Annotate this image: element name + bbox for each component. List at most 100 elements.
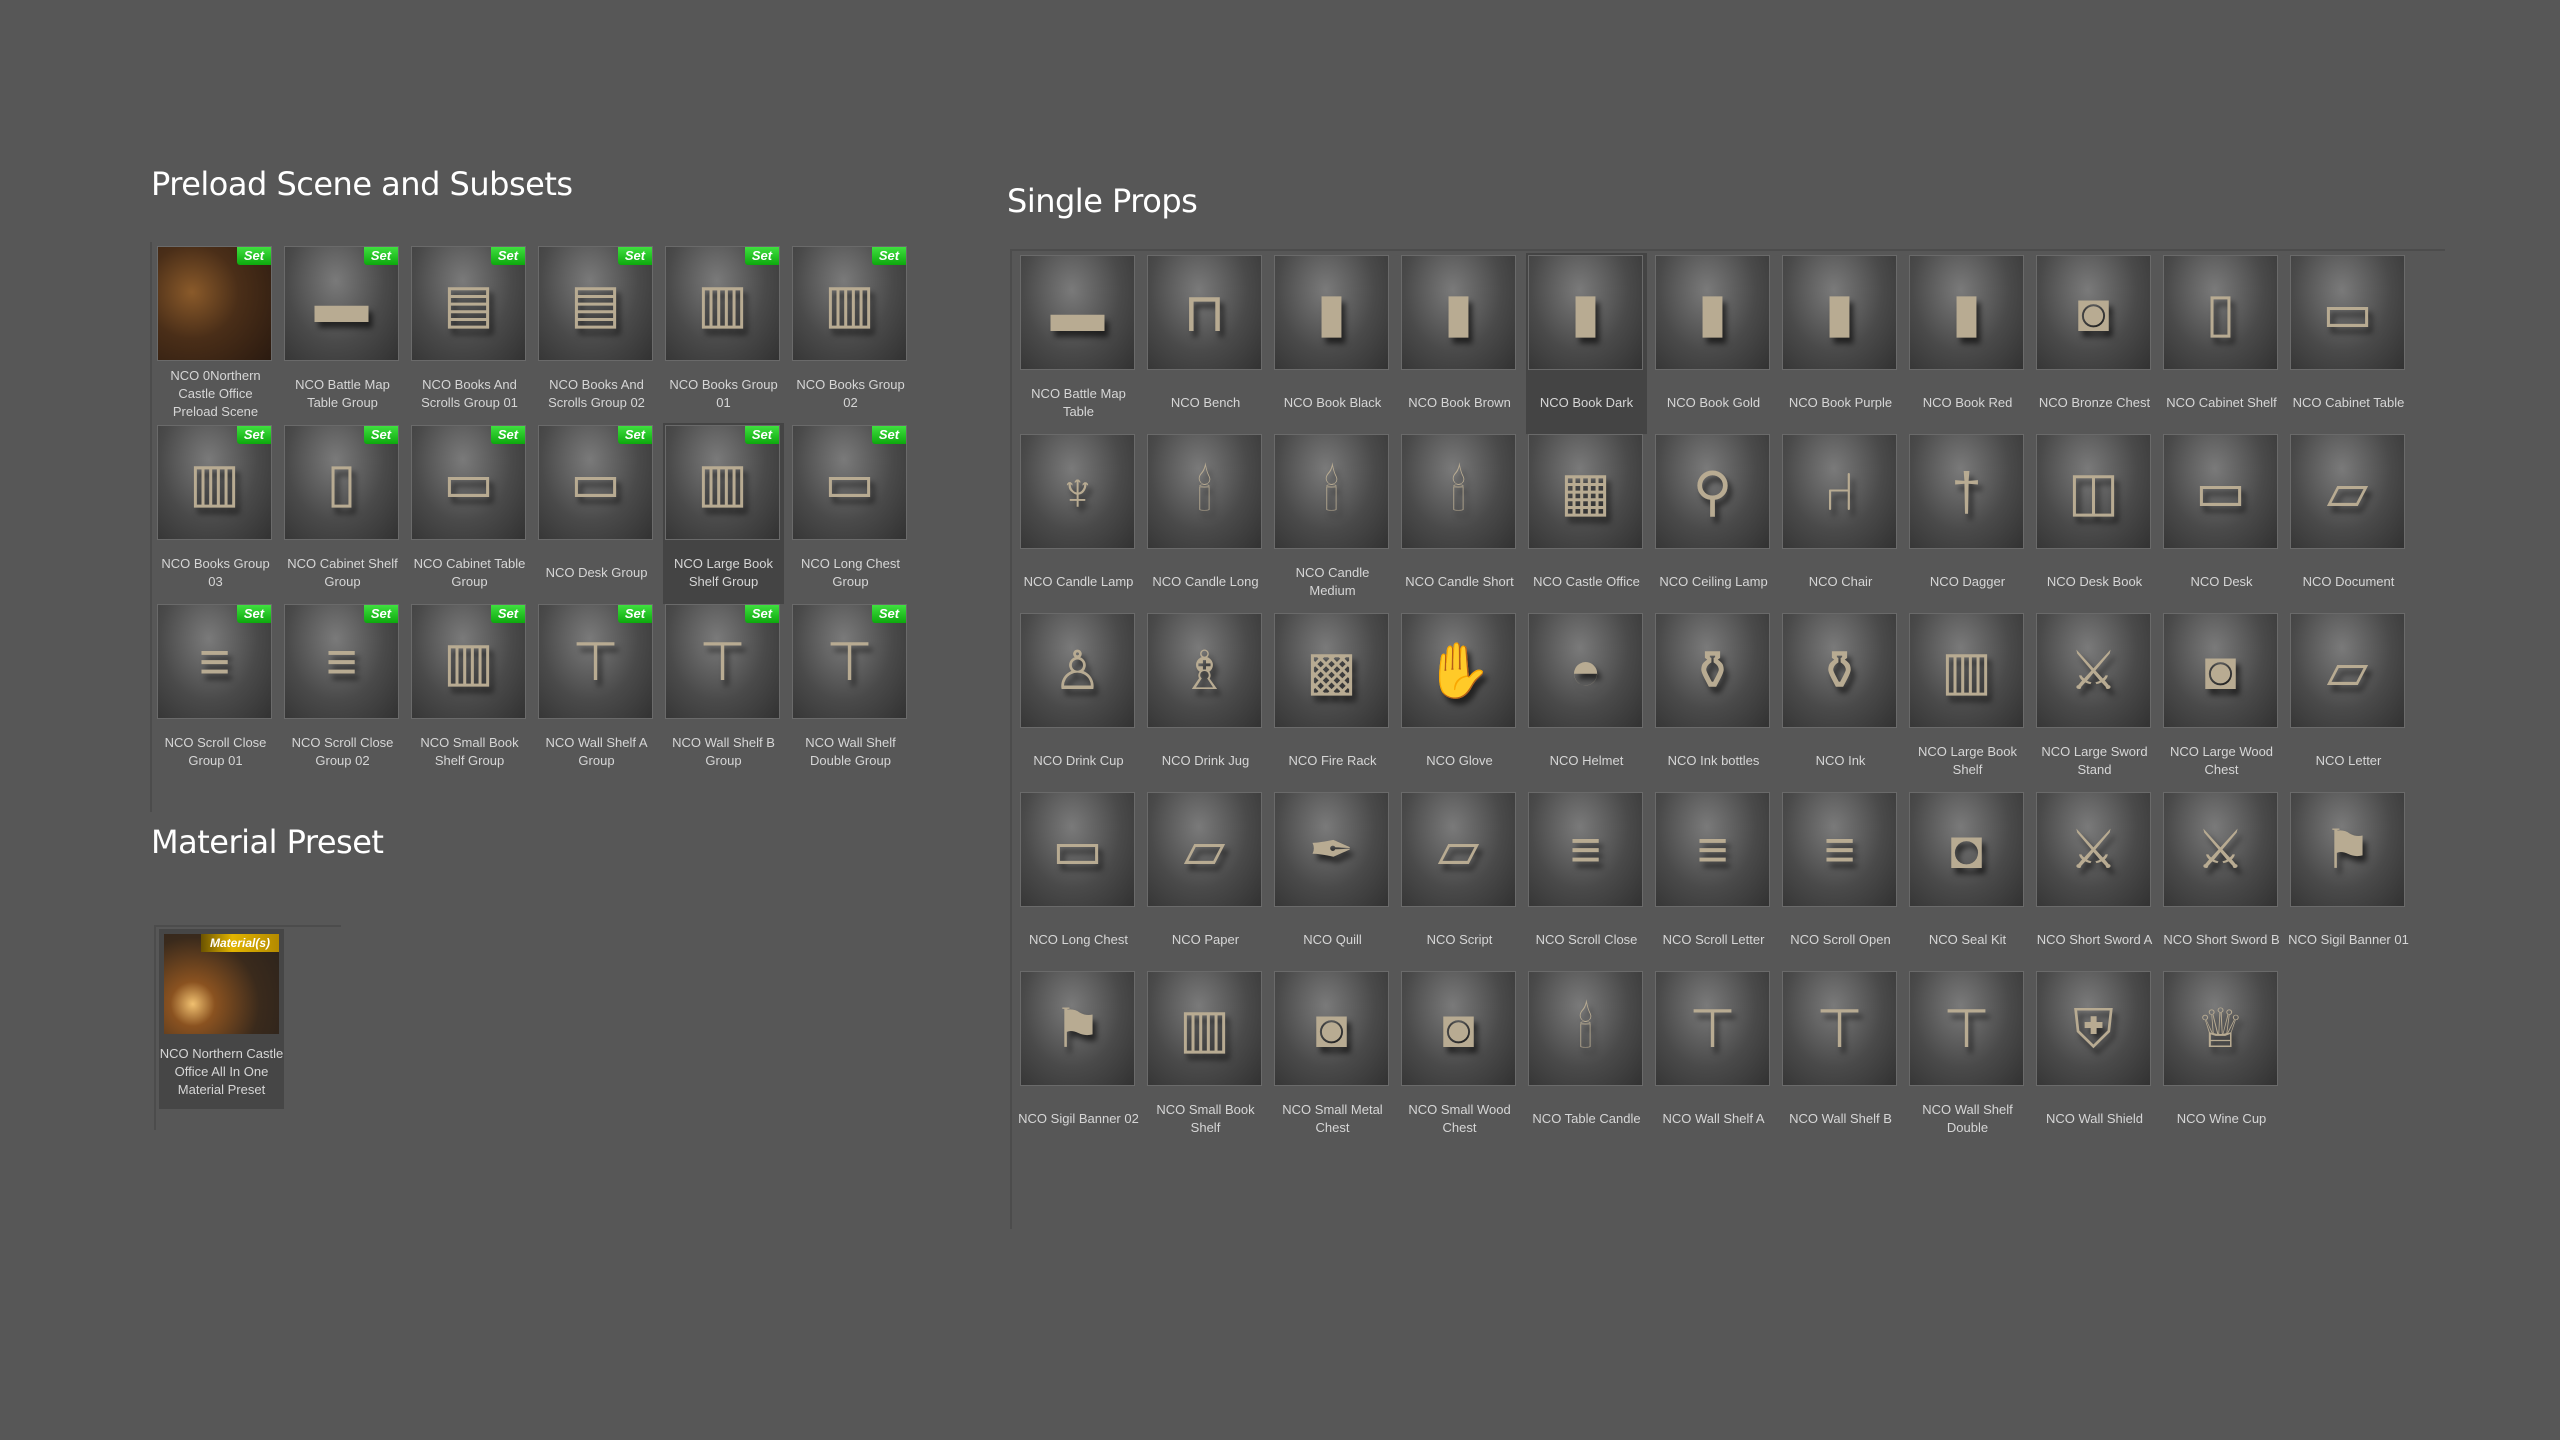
item-thumbnail: ◙ [2163,613,2278,728]
item-tile[interactable]: ◫ NCO Desk Book [2034,432,2155,613]
item-label: NCO Book Gold [1666,395,1761,410]
item-tile[interactable]: ▥ Set NCO Small Book Shelf Group [409,602,530,783]
item-tile[interactable]: ▱ NCO Script [1399,790,1520,971]
books-scrolls-icon: ▤ [442,273,495,334]
item-tile[interactable]: ⊤ NCO Wall Shelf B [1780,969,1901,1150]
item-tile[interactable]: ≡ NCO Scroll Open [1780,790,1901,971]
item-tile[interactable]: ⊤ Set NCO Wall Shelf B Group [663,602,784,783]
item-tile[interactable]: ▮ NCO Book Red [1907,253,2028,434]
item-tile[interactable]: ▬ Set NCO Battle Map Table Group [282,244,403,425]
item-tile[interactable]: ⛨ NCO Wall Shield [2034,969,2155,1150]
item-tile[interactable]: ⚱ NCO Ink bottles [1653,611,1774,792]
wine-cup-icon: ♕ [2196,998,2245,1059]
item-tile[interactable]: 🕯 NCO Candle Medium [1272,432,1393,613]
item-tile[interactable]: ◙ NCO Small Wood Chest [1399,969,1520,1150]
item-tile[interactable]: ≡ Set NCO Scroll Close Group 02 [282,602,403,783]
item-tile[interactable]: ⚔ NCO Short Sword B [2161,790,2282,971]
material-preset-tile[interactable]: Material(s) NCO Northern Castle Office Al… [159,929,284,1109]
item-label: NCO Document [2302,574,2395,589]
item-tile[interactable]: ≡ NCO Scroll Close [1526,790,1647,971]
item-tile[interactable]: 🕯 NCO Table Candle [1526,969,1647,1150]
set-badge: Set [745,426,779,444]
item-label: NCO Wall Shelf Double Group [805,735,896,768]
item-tile[interactable]: ♕ NCO Wine Cup [2161,969,2282,1150]
item-label: NCO Candle Lamp [1023,574,1134,589]
script-icon: ▱ [1437,819,1480,880]
item-tile[interactable]: ◙ NCO Bronze Chest [2034,253,2155,434]
item-tile[interactable]: † NCO Dagger [1907,432,2028,613]
item-tile[interactable]: 🕯 NCO Candle Short [1399,432,1520,613]
item-tile[interactable]: ≡ Set NCO Scroll Close Group 01 [155,602,276,783]
item-tile[interactable]: ♆ NCO Candle Lamp [1018,432,1139,613]
item-tile[interactable]: ✋ NCO Glove [1399,611,1520,792]
long-chest-icon: ▭ [823,452,876,513]
item-tile[interactable]: ◙ NCO Large Wood Chest [2161,611,2282,792]
item-tile[interactable]: ⚲ NCO Ceiling Lamp [1653,432,1774,613]
item-tile[interactable]: ▮ NCO Book Black [1272,253,1393,434]
item-tile[interactable]: ▮ NCO Book Gold [1653,253,1774,434]
item-tile[interactable]: ▮ NCO Book Brown [1399,253,1520,434]
item-thumbnail: ▥ [1147,971,1262,1086]
item-tile[interactable]: ▱ NCO Letter [2288,611,2409,792]
item-tile[interactable]: ◘ NCO Seal Kit [1907,790,2028,971]
bookshelf-icon: ▥ [442,631,495,692]
item-tile[interactable]: ▭ Set NCO Cabinet Table Group [409,423,530,604]
item-thumbnail: ▬ [1020,255,1135,370]
item-tile[interactable]: ▥ NCO Large Book Shelf [1907,611,2028,792]
item-tile[interactable]: ▱ NCO Document [2288,432,2409,613]
cabinet-shelf-icon: ▯ [2205,282,2236,343]
item-tile[interactable]: ⊤ Set NCO Wall Shelf Double Group [790,602,911,783]
item-tile[interactable]: ▤ Set NCO Books And Scrolls Group 01 [409,244,530,425]
item-tile[interactable]: 🕯 NCO Candle Long [1145,432,1266,613]
item-tile[interactable]: ✒ NCO Quill [1272,790,1393,971]
candle-icon: 🕯 [1196,461,1213,522]
item-tile[interactable]: ▯ NCO Cabinet Shelf [2161,253,2282,434]
item-thumbnail: ▥ Set [792,246,907,361]
item-tile[interactable]: ▭ Set NCO Desk Group [536,423,657,604]
item-tile[interactable]: ▥ NCO Small Book Shelf [1145,969,1266,1150]
item-tile[interactable]: ▭ NCO Long Chest [1018,790,1139,971]
item-tile[interactable]: ▥ Set NCO Books Group 01 [663,244,784,425]
item-tile[interactable]: ◙ NCO Small Metal Chest [1272,969,1393,1150]
item-tile[interactable]: ⊓ NCO Bench [1145,253,1266,434]
item-tile[interactable]: ▩ NCO Fire Rack [1272,611,1393,792]
item-tile[interactable]: ▤ Set NCO Books And Scrolls Group 02 [536,244,657,425]
item-tile[interactable]: ▥ Set NCO Books Group 02 [790,244,911,425]
item-tile[interactable]: ▥ Set NCO Books Group 03 [155,423,276,604]
item-tile[interactable]: ▮ NCO Book Purple [1780,253,1901,434]
item-tile[interactable]: ▭ NCO Cabinet Table [2288,253,2409,434]
item-tile[interactable]: ⚔ NCO Short Sword A [2034,790,2155,971]
item-thumbnail: ♗ [1147,613,1262,728]
item-tile[interactable]: ▯ Set NCO Cabinet Shelf Group [282,423,403,604]
item-tile[interactable]: ⚑ NCO Sigil Banner 02 [1018,969,1139,1150]
item-thumbnail: ⚱ [1655,613,1770,728]
item-tile[interactable]: ⚔ NCO Large Sword Stand [2034,611,2155,792]
item-tile[interactable]: ⊤ Set NCO Wall Shelf A Group [536,602,657,783]
item-tile[interactable]: ▭ NCO Desk [2161,432,2282,613]
item-tile[interactable]: ♙ NCO Drink Cup [1018,611,1139,792]
open-book-icon: ◫ [2067,461,2120,522]
item-tile[interactable]: ⚱ NCO Ink [1780,611,1901,792]
item-label: NCO Drink Jug [1161,753,1250,768]
item-tile[interactable]: ▭ Set NCO Long Chest Group [790,423,911,604]
item-thumbnail: ▮ [1528,255,1643,370]
item-tile[interactable]: ▮ NCO Book Dark [1526,253,1647,434]
item-label: NCO Book Dark [1539,395,1634,410]
item-tile[interactable]: Set NCO 0Northern Castle Office Preload S… [155,244,276,425]
item-tile[interactable]: ▬ NCO Battle Map Table [1018,253,1139,434]
item-tile[interactable]: ⊤ NCO Wall Shelf Double [1907,969,2028,1150]
item-tile[interactable]: ▥ Set NCO Large Book Shelf Group [663,423,784,604]
item-tile[interactable]: ≡ NCO Scroll Letter [1653,790,1774,971]
item-tile[interactable]: ⚑ NCO Sigil Banner 01 [2288,790,2409,971]
book-icon: ▮ [1951,282,1982,343]
item-thumbnail: ▮ [1655,255,1770,370]
item-tile[interactable]: ⑁ NCO Chair [1780,432,1901,613]
item-tile[interactable]: ▦ NCO Castle Office [1526,432,1647,613]
item-tile[interactable]: ⊤ NCO Wall Shelf A [1653,969,1774,1150]
item-thumbnail: ♙ [1020,613,1135,728]
item-tile[interactable]: ♗ NCO Drink Jug [1145,611,1266,792]
item-tile[interactable]: ◓ NCO Helmet [1526,611,1647,792]
item-label: NCO Seal Kit [1928,932,2007,947]
item-tile[interactable]: ▱ NCO Paper [1145,790,1266,971]
set-badge: Set [745,247,779,265]
